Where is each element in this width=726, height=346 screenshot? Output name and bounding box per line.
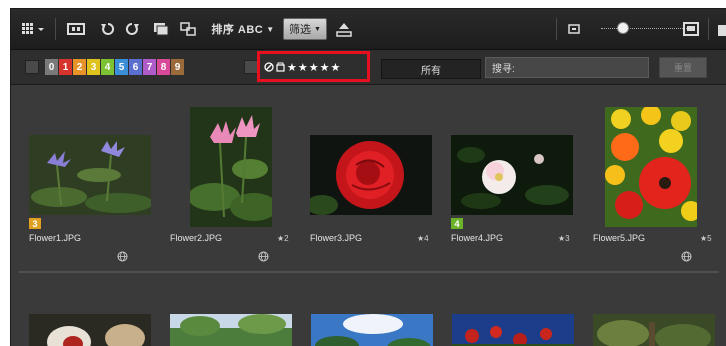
info-panel-icon [67, 23, 85, 35]
thumbnail-image[interactable] [310, 135, 432, 215]
globe-icon [258, 251, 269, 262]
upload-icon [336, 23, 352, 37]
color-label-swatch-8[interactable]: 8 [157, 59, 170, 75]
search-reset-button[interactable]: 重置 [659, 57, 707, 78]
thumbnail-item[interactable]: Flower2.JPG ★2 [166, 99, 296, 284]
rotate-right-icon [125, 22, 139, 35]
file-name: Flower2.JPG [170, 233, 223, 243]
sort-dropdown[interactable]: 排序 ABC ▼ [207, 18, 279, 40]
file-rating: ★2 [277, 234, 289, 243]
globe-icon [681, 251, 692, 262]
color-label-swatch-0[interactable]: 0 [45, 59, 58, 75]
rotate-right-button[interactable] [121, 18, 143, 40]
rotate-left-button[interactable] [97, 18, 119, 40]
delete-button[interactable] [715, 18, 726, 40]
label-filter-checkbox[interactable] [25, 60, 39, 74]
color-label-swatch-1[interactable]: 1 [59, 59, 72, 75]
thumbnail-image[interactable] [452, 314, 574, 346]
grid-view-dropdown[interactable] [19, 18, 49, 40]
file-rating: ★4 [417, 234, 429, 243]
thumbnail-image[interactable] [593, 314, 715, 346]
file-name: Flower3.JPG [310, 233, 363, 243]
color-label-swatch-7[interactable]: 7 [143, 59, 156, 75]
row-divider [19, 271, 719, 273]
small-thumb-button[interactable] [566, 18, 582, 40]
filter-bar: 0123456789 ★★★★★ 所有 搜寻: 重置 [11, 50, 726, 85]
color-label-badge: 4 [451, 218, 463, 229]
globe-icon [117, 251, 128, 262]
large-thumb-button[interactable] [681, 18, 701, 40]
rotate-left-icon [101, 22, 115, 35]
label-filter-group: 0123456789 [45, 59, 184, 75]
file-name: Flower1.JPG [29, 233, 82, 243]
thumbnail-image[interactable] [170, 314, 292, 346]
thumbnail-item[interactable]: Flower5.JPG ★5 [589, 99, 719, 284]
image-browser-window: 排序 ABC ▼ 筛选 ▼ 0 1 2 3 4 5 6 7 8 9 ★★★★★ … [10, 8, 726, 346]
large-thumbnail-icon [683, 22, 699, 36]
copy-icon [154, 23, 169, 36]
file-name: Flower4.JPG [451, 233, 504, 243]
color-label-badge: 3 [29, 218, 41, 229]
thumbnail-item[interactable]: 3 Flower1.JPG [25, 99, 155, 284]
sort-label: 排序 ABC [211, 24, 264, 36]
toolbar: 排序 ABC ▼ 筛选 ▼ [11, 9, 726, 50]
thumbnail-image[interactable] [29, 135, 151, 215]
file-rating: ★3 [558, 234, 570, 243]
grid-view-icon [22, 23, 44, 34]
color-label-swatch-4[interactable]: 4 [101, 59, 114, 75]
slider-handle[interactable] [617, 22, 629, 34]
thumbnail-image[interactable] [311, 314, 433, 346]
copy-button[interactable] [149, 18, 173, 40]
color-label-swatch-6[interactable]: 6 [129, 59, 142, 75]
thumbnail-size-slider[interactable] [601, 28, 689, 31]
color-label-swatch-2[interactable]: 2 [73, 59, 86, 75]
color-label-swatch-9[interactable]: 9 [171, 59, 184, 75]
rating-filter-highlight [257, 51, 370, 82]
small-thumbnail-icon [568, 24, 580, 34]
info-view-button[interactable] [65, 18, 87, 40]
thumbnail-item[interactable]: 4 Flower4.JPG ★3 [447, 99, 577, 284]
thumbnail-image[interactable] [190, 107, 272, 227]
color-label-swatch-5[interactable]: 5 [115, 59, 128, 75]
chevron-down-icon: ▼ [314, 25, 321, 33]
upload-button[interactable] [333, 18, 355, 40]
thumbnail-image[interactable] [605, 107, 697, 227]
chevron-down-icon: ▼ [266, 24, 275, 34]
all-button[interactable]: 所有 [381, 59, 481, 79]
filter-select-value: 筛选 [289, 24, 312, 36]
filter-select[interactable]: 筛选 ▼ [283, 18, 327, 40]
compare-button[interactable] [177, 18, 199, 40]
thumbnail-item[interactable]: Flower3.JPG ★4 [306, 99, 436, 284]
rating-filter-checkbox[interactable] [244, 60, 258, 74]
thumbnail-image[interactable] [29, 314, 151, 346]
thumbnail-image[interactable] [451, 135, 573, 215]
color-label-swatch-3[interactable]: 3 [87, 59, 100, 75]
file-name: Flower5.JPG [593, 233, 646, 243]
search-input[interactable]: 搜寻: [485, 57, 649, 78]
file-rating: ★5 [700, 234, 712, 243]
trash-icon [718, 25, 726, 36]
compare-icon [180, 22, 196, 36]
